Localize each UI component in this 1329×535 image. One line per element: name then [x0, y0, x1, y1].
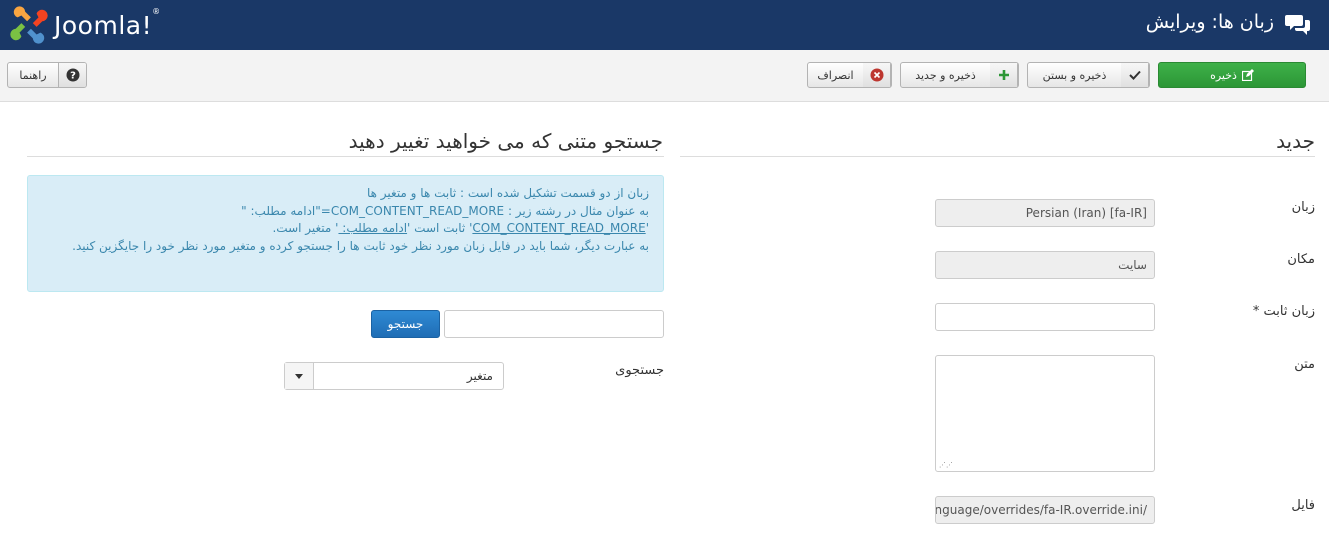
save-label: ذخیره: [1210, 68, 1237, 82]
svg-text:?: ?: [70, 71, 76, 82]
search-type-select[interactable]: متغیر: [284, 362, 504, 390]
search-section-title: جستجو متنی که می خواهید تغییر دهید: [348, 129, 663, 153]
cancel-icon: [863, 63, 891, 87]
joomla-logo-icon: [10, 6, 48, 44]
joomla-logo[interactable]: Joomla!®: [10, 5, 195, 45]
form-section-title: جدید: [1276, 129, 1315, 153]
search-in-label: جستجوی: [615, 363, 664, 378]
constant-label: زبان ثابت *: [1252, 304, 1315, 319]
save-new-label: ذخیره و جدید: [915, 68, 976, 82]
info-line-2: به عنوان مثال در رشته زیر : COM_CONTENT_…: [241, 203, 649, 218]
text-textarea[interactable]: ⋰⋰: [935, 355, 1155, 472]
search-type-value: متغیر: [466, 369, 493, 383]
check-icon: [1121, 63, 1149, 87]
location-label: مکان: [1287, 252, 1315, 267]
cancel-button[interactable]: انصراف: [807, 62, 892, 88]
comments-icon: [1285, 15, 1310, 35]
save-close-label: ذخیره و بستن: [1042, 68, 1107, 82]
constant-input[interactable]: [935, 303, 1155, 331]
save-new-button[interactable]: ذخیره و جدید: [900, 62, 1019, 88]
save-button[interactable]: ذخیره: [1158, 62, 1306, 88]
search-input[interactable]: [444, 310, 664, 338]
search-section-divider: [27, 156, 664, 157]
info-variable-example: ادامه مطلب:: [338, 221, 408, 235]
caret-down-icon[interactable]: [285, 363, 314, 389]
toolbar: ذخیره ذخیره و بستن ذخیره و جدید انصراف ?…: [0, 50, 1329, 102]
info-line-1: زبان از دو قسمت تشکیل شده است : ثابت ها …: [366, 186, 649, 200]
info-constant-example: COM_CONTENT_READ_MORE: [472, 221, 646, 235]
language-field[interactable]: Persian (Iran) [fa-IR]: [935, 199, 1155, 227]
page-title: زبان ها: ویرایش: [1145, 11, 1274, 33]
help-button[interactable]: ? راهنما: [7, 62, 87, 88]
save-close-button[interactable]: ذخیره و بستن: [1027, 62, 1150, 88]
search-button[interactable]: جستجو: [371, 310, 440, 338]
edit-icon: [1241, 69, 1254, 81]
text-label: متن: [1294, 357, 1315, 372]
cancel-label: انصراف: [817, 68, 854, 82]
info-alert: زبان از دو قسمت تشکیل شده است : ثابت ها …: [27, 175, 664, 292]
language-label: زبان: [1291, 200, 1315, 215]
question-icon: ?: [58, 63, 86, 87]
resize-grip-icon[interactable]: ⋰⋰: [939, 461, 953, 469]
help-label: راهنما: [19, 68, 47, 82]
plus-icon: [990, 63, 1018, 87]
file-label: فایل: [1291, 498, 1315, 513]
form-section-divider: [680, 156, 1315, 157]
location-field[interactable]: سایت: [935, 251, 1155, 279]
admin-header: Joomla!® زبان ها: ویرایش: [0, 0, 1329, 50]
info-line-4: به عبارت دیگر، شما باید در فایل زبان مور…: [72, 238, 649, 253]
info-line-3: 'COM_CONTENT_READ_MORE' ثابت است 'ادامه …: [272, 221, 649, 235]
file-field[interactable]: nguage/overrides/fa-IR.override.ini/: [935, 496, 1155, 524]
logo-text: Joomla!®: [54, 6, 161, 40]
